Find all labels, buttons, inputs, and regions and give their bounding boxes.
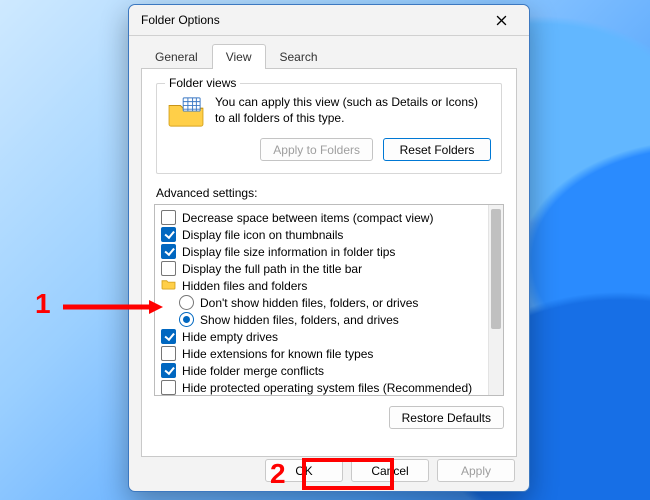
setting-label: Don't show hidden files, folders, or dri… xyxy=(200,296,418,310)
setting-item[interactable]: Hide folder merge conflicts xyxy=(161,362,487,379)
setting-item[interactable]: Hidden files and folders xyxy=(161,277,487,294)
tabpage-view: Folder views You can apply this view (su… xyxy=(141,69,517,457)
checkbox-icon[interactable] xyxy=(161,244,176,259)
advanced-settings-list[interactable]: Decrease space between items (compact vi… xyxy=(154,204,504,396)
checkbox-icon[interactable] xyxy=(161,210,176,225)
setting-label: Display file icon on thumbnails xyxy=(182,228,343,242)
dialog-buttons: OK Cancel Apply xyxy=(265,459,515,482)
setting-label: Decrease space between items (compact vi… xyxy=(182,211,433,225)
setting-label: Hide empty drives xyxy=(182,330,278,344)
folder-icon xyxy=(161,278,176,293)
scrollbar-thumb[interactable] xyxy=(491,209,501,329)
close-button[interactable] xyxy=(479,5,523,35)
folder-options-dialog: Folder Options General View Search Folde… xyxy=(128,4,530,492)
setting-item[interactable]: Hide protected operating system files (R… xyxy=(161,379,487,395)
checkbox-icon[interactable] xyxy=(161,329,176,344)
folder-views-text: You can apply this view (such as Details… xyxy=(215,94,491,126)
setting-item[interactable]: Show hidden files, folders, and drives xyxy=(161,311,487,328)
setting-label: Display the full path in the title bar xyxy=(182,262,362,276)
setting-label: Hidden files and folders xyxy=(182,279,307,293)
titlebar: Folder Options xyxy=(129,5,529,36)
restore-defaults-button[interactable]: Restore Defaults xyxy=(389,406,504,429)
tab-general[interactable]: General xyxy=(141,44,212,69)
setting-item[interactable]: Hide empty drives xyxy=(161,328,487,345)
setting-item[interactable]: Don't show hidden files, folders, or dri… xyxy=(161,294,487,311)
folder-views-icon xyxy=(167,96,205,128)
tabs: General View Search xyxy=(141,44,517,69)
setting-item[interactable]: Display the full path in the title bar xyxy=(161,260,487,277)
tab-search[interactable]: Search xyxy=(266,44,332,69)
ok-button[interactable]: OK xyxy=(265,459,343,482)
window-title: Folder Options xyxy=(141,13,479,27)
setting-label: Hide extensions for known file types xyxy=(182,347,373,361)
folder-views-group: Folder views You can apply this view (su… xyxy=(156,83,502,174)
cancel-button[interactable]: Cancel xyxy=(351,459,429,482)
checkbox-icon[interactable] xyxy=(161,227,176,242)
setting-item[interactable]: Decrease space between items (compact vi… xyxy=(161,209,487,226)
setting-item[interactable]: Display file icon on thumbnails xyxy=(161,226,487,243)
apply-to-folders-button[interactable]: Apply to Folders xyxy=(260,138,373,161)
setting-item[interactable]: Display file size information in folder … xyxy=(161,243,487,260)
checkbox-icon[interactable] xyxy=(161,346,176,361)
setting-item[interactable]: Hide extensions for known file types xyxy=(161,345,487,362)
apply-button[interactable]: Apply xyxy=(437,459,515,482)
folder-views-heading: Folder views xyxy=(165,76,240,90)
close-icon xyxy=(496,15,507,26)
setting-label: Hide protected operating system files (R… xyxy=(182,381,472,395)
setting-label: Hide folder merge conflicts xyxy=(182,364,324,378)
advanced-settings-label: Advanced settings: xyxy=(156,186,502,200)
reset-folders-button[interactable]: Reset Folders xyxy=(383,138,491,161)
vertical-scrollbar[interactable] xyxy=(488,205,503,395)
tab-view[interactable]: View xyxy=(212,44,266,69)
setting-label: Display file size information in folder … xyxy=(182,245,395,259)
checkbox-icon[interactable] xyxy=(161,380,176,395)
checkbox-icon[interactable] xyxy=(161,261,176,276)
radio-icon[interactable] xyxy=(179,295,194,310)
setting-label: Show hidden files, folders, and drives xyxy=(200,313,399,327)
checkbox-icon[interactable] xyxy=(161,363,176,378)
radio-icon[interactable] xyxy=(179,312,194,327)
